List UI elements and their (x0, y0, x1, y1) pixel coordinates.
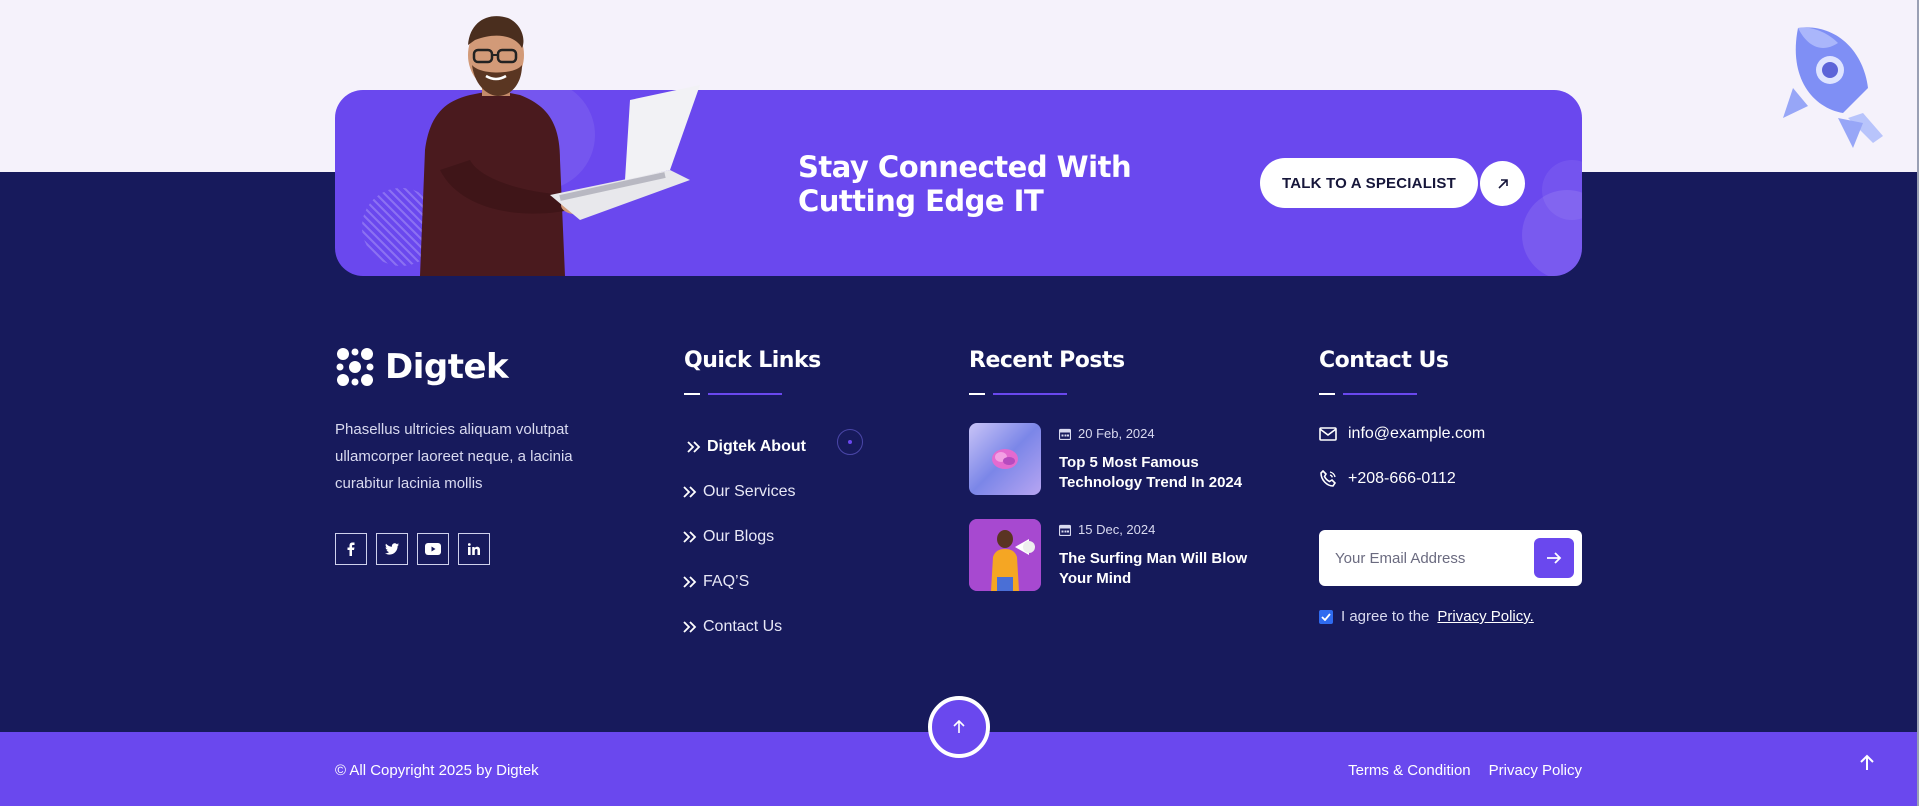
privacy-policy-link[interactable]: Privacy Policy. (1437, 608, 1533, 625)
youtube-link[interactable] (417, 533, 449, 565)
digtek-logo-icon (336, 348, 374, 386)
post-title[interactable]: The Surfing Man Will Blow Your Mind (1059, 549, 1259, 589)
privacy-policy-footer-link[interactable]: Privacy Policy (1489, 762, 1582, 779)
quick-link-about[interactable]: Digtek About (683, 424, 806, 469)
man-with-megaphone-image (969, 519, 1041, 591)
quick-link-label: Contact Us (703, 617, 783, 635)
quick-links-list: Digtek About Our Services Our Blogs FAQ’… (683, 424, 806, 649)
quick-link-label: Our Blogs (703, 527, 775, 545)
contact-phone-text: +208-666-0112 (1348, 470, 1456, 487)
arrow-right-icon (1547, 552, 1562, 564)
post-thumbnail[interactable] (969, 519, 1041, 591)
cta-title: Stay Connected With Cutting Edge IT (798, 150, 1132, 218)
quick-link-faq[interactable]: FAQ’S (683, 559, 806, 604)
newsletter-submit-button[interactable] (1534, 538, 1574, 578)
title-underline (969, 393, 1067, 395)
social-links (335, 533, 490, 565)
cursor-dot-indicator (837, 429, 863, 455)
post-date: 20 Feb, 2024 (1059, 426, 1155, 441)
logo-text: Digtek (385, 347, 509, 387)
arrow-up-icon (953, 720, 965, 733)
double-chevron-right-icon (683, 485, 697, 498)
double-chevron-right-icon (683, 575, 697, 588)
arrow-up-right-icon (1497, 178, 1508, 189)
title-underline (684, 393, 782, 395)
quick-link-blogs[interactable]: Our Blogs (683, 514, 806, 559)
calendar-icon (1059, 428, 1071, 440)
man-with-laptop-image (420, 16, 700, 276)
double-chevron-right-icon (683, 620, 697, 633)
phone-icon (1320, 470, 1337, 487)
newsletter-form (1319, 530, 1582, 586)
brand-description: Phasellus ultricies aliquam volutpat ull… (335, 421, 573, 492)
quick-link-services[interactable]: Our Services (683, 469, 806, 514)
twitter-link[interactable] (376, 533, 408, 565)
agree-checkbox[interactable] (1319, 609, 1333, 624)
brain-image (969, 423, 1041, 495)
back-to-top-arrow-icon[interactable] (1858, 754, 1876, 772)
youtube-icon (425, 543, 441, 555)
quick-link-label: Digtek About (707, 437, 806, 455)
recent-post-item[interactable]: 20 Feb, 2024 Top 5 Most Famous Technolog… (969, 423, 1269, 495)
scroll-to-top-button[interactable] (928, 696, 990, 758)
footer-logo[interactable]: Digtek (335, 346, 509, 388)
talk-to-specialist-button[interactable]: TALK TO A SPECIALIST (1260, 158, 1478, 208)
quick-links-title: Quick Links (684, 348, 821, 373)
linkedin-icon (468, 543, 480, 555)
agree-text: I agree to the (1341, 608, 1430, 625)
contact-us-title: Contact Us (1319, 348, 1449, 373)
copyright-text: © All Copyright 2025 by Digtek (335, 762, 539, 779)
contact-phone[interactable]: +208-666-0112 (1319, 470, 1456, 488)
contact-email[interactable]: info@example.com (1319, 425, 1485, 443)
double-chevron-right-icon (687, 440, 701, 453)
checkmark-icon (1321, 612, 1331, 621)
post-title[interactable]: Top 5 Most Famous Technology Trend In 20… (1059, 453, 1259, 493)
terms-link[interactable]: Terms & Condition (1348, 762, 1471, 779)
contact-email-text: info@example.com (1348, 425, 1486, 442)
footer-legal-links: Terms & Condition Privacy Policy (1348, 762, 1582, 779)
cta-arrow-button[interactable] (1480, 161, 1525, 206)
facebook-icon (347, 542, 355, 556)
quick-link-label: FAQ’S (703, 572, 750, 590)
facebook-link[interactable] (335, 533, 367, 565)
recent-posts-title: Recent Posts (969, 348, 1125, 373)
privacy-agreement: I agree to the Privacy Policy. (1319, 608, 1534, 625)
post-date-text: 15 Dec, 2024 (1078, 522, 1156, 537)
linkedin-link[interactable] (458, 533, 490, 565)
title-underline (1319, 393, 1417, 395)
twitter-icon (385, 543, 399, 555)
calendar-icon (1059, 524, 1071, 536)
recent-post-item[interactable]: 15 Dec, 2024 The Surfing Man Will Blow Y… (969, 519, 1269, 591)
post-date: 15 Dec, 2024 (1059, 522, 1155, 537)
post-date-text: 20 Feb, 2024 (1078, 426, 1155, 441)
envelope-icon (1319, 427, 1337, 441)
quick-link-contact[interactable]: Contact Us (683, 604, 806, 649)
double-chevron-right-icon (683, 530, 697, 543)
post-thumbnail[interactable] (969, 423, 1041, 495)
newsletter-email-input[interactable] (1335, 530, 1525, 586)
rocket-illustration (1783, 27, 1883, 148)
quick-link-label: Our Services (703, 482, 796, 500)
